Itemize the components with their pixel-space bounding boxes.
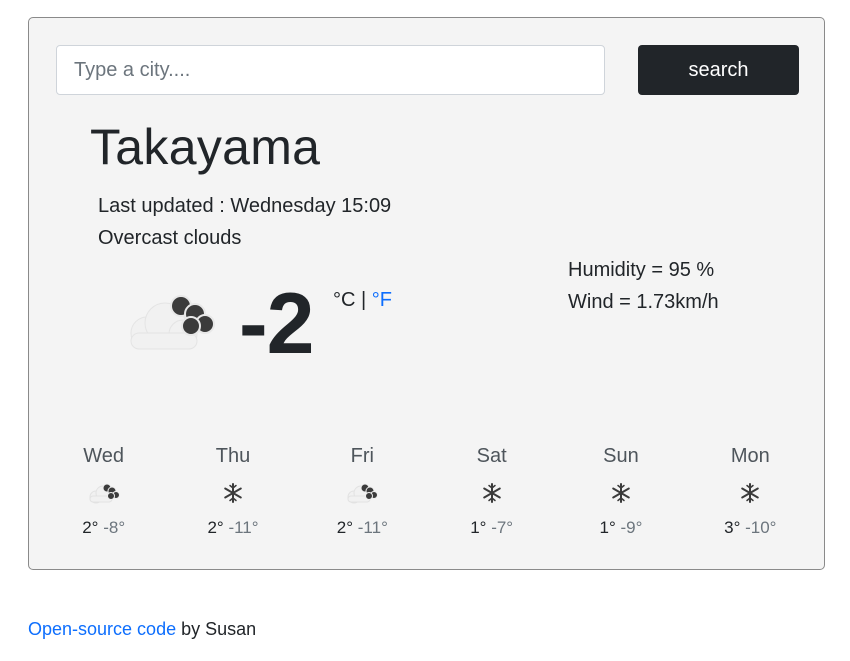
forecast-low: -11° [357,518,388,537]
unit-separator: | [355,289,372,311]
forecast-high: 2° [336,518,354,537]
forecast-day-name: Sat [476,445,507,467]
current-temperature: -2 [239,276,314,372]
city-name: Takayama [90,119,321,175]
snowflake-icon [482,483,501,503]
forecast-low: -10° [745,518,777,537]
snowflake-icon [741,483,760,503]
forecast-day-name: Thu [215,445,251,467]
forecast-day: Sat 1° -7° [427,444,556,544]
search-button[interactable]: search [638,45,799,95]
overcast-clouds-icon [89,483,120,504]
snowflake-icon [612,483,630,503]
forecast-temps: 1° -9° [556,518,685,538]
forecast-high: 3° [724,518,741,537]
forecast-day: Fri 2° -11° [298,444,427,544]
forecast-day: Wed 2° -8° [39,444,168,544]
forecast-low: -7° [491,518,514,537]
forecast-day: Mon 3° -10° [686,444,815,544]
forecast-row: Wed 2° -8° Thu 2° -11° Fri 2° -11° Sat 1… [39,444,815,544]
weather-card: search Takayama Last updated : Wednesday… [28,17,825,570]
forecast-temps: 2° -11° [298,518,427,538]
forecast-day: Thu 2° -11° [168,444,297,544]
forecast-high: 1° [470,518,487,537]
footer: Open-source code by Susan [28,619,256,640]
forecast-temps: 2° -8° [39,518,168,538]
forecast-low: -8° [103,518,126,537]
forecast-day-name: Fri [350,445,374,467]
forecast-day-name: Wed [83,445,125,467]
snowflake-icon [224,483,242,503]
forecast-day-name: Sun [603,445,639,467]
unit-switcher: °C | °F [333,289,392,312]
last-updated-text: Last updated : Wednesday 15:09 [98,195,392,217]
humidity-text: Humidity = 95 % [568,259,715,281]
fahrenheit-link[interactable]: °F [372,289,392,311]
forecast-temps: 3° -10° [686,518,815,538]
forecast-high: 2° [82,518,99,537]
forecast-day-name: Mon [730,445,770,467]
overcast-clouds-icon [347,483,379,504]
weather-description: Overcast clouds [98,227,242,249]
wind-text: Wind = 1.73km/h [568,291,719,313]
forecast-temps: 2° -11° [168,518,297,538]
footer-author: by Susan [176,619,257,639]
forecast-low: -11° [228,518,259,537]
forecast-day: Sun 1° -9° [556,444,685,544]
forecast-low: -9° [620,518,643,537]
forecast-high: 1° [599,518,616,537]
celsius-unit: °C [333,289,356,311]
overcast-clouds-icon [130,295,215,350]
forecast-temps: 1° -7° [427,518,556,538]
open-source-code-link[interactable]: Open-source code [28,619,176,639]
city-search-input[interactable] [56,45,605,95]
forecast-high: 2° [207,518,224,537]
